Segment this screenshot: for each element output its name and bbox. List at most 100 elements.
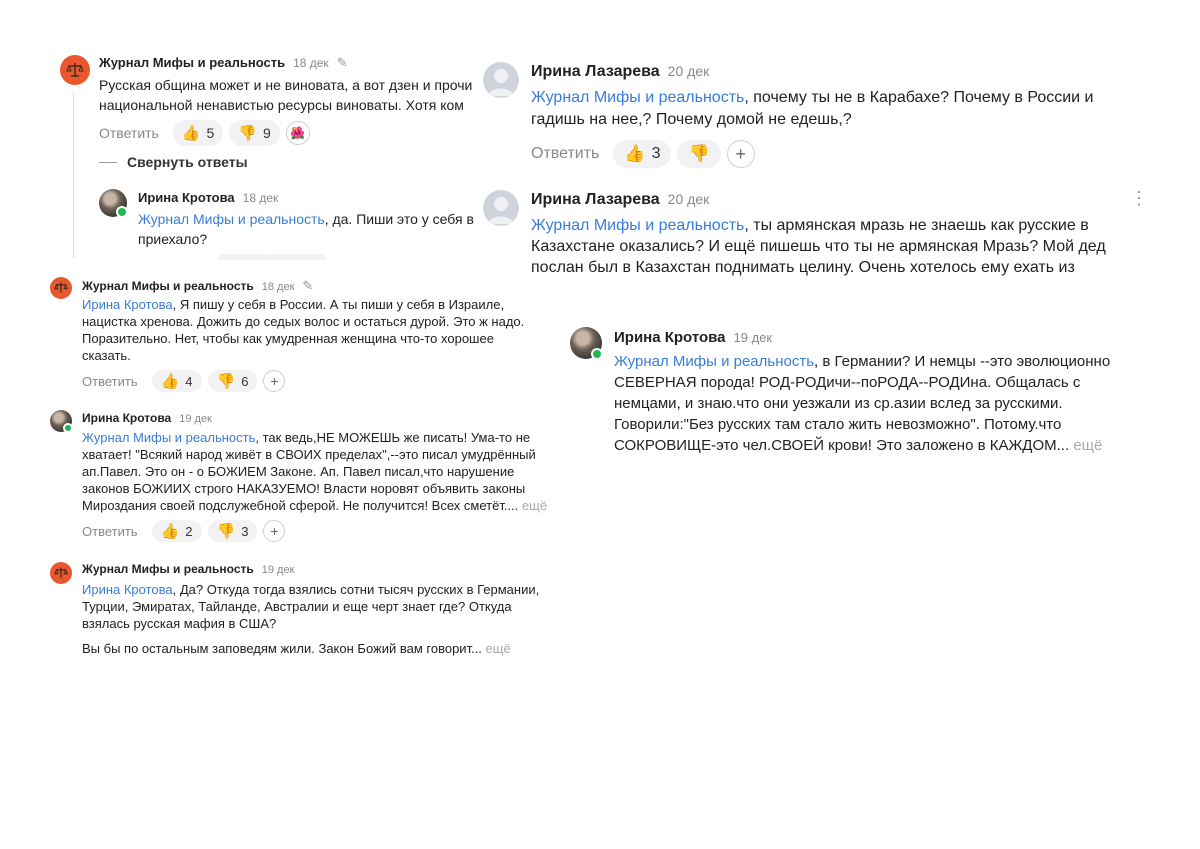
flower-reaction-icon: 🌺 [290,126,306,140]
more-link[interactable]: ещё [1073,437,1102,454]
reaction-button[interactable]: 🌺 [285,121,310,145]
dislike-button[interactable]: 👎 9 [229,120,280,146]
dislike-count: 9 [263,125,271,141]
comment-body: Журнал Мифы и реальность, так ведь,НЕ МО… [82,429,547,514]
comment-text: , Я пишу у себя в России. А ты пиши у се… [172,297,505,312]
reply-button[interactable]: Ответить [99,125,159,141]
comment-date: 20 дек [667,63,710,79]
more-link[interactable]: ещё [486,641,511,656]
comment-line: Мироздания своей подслужебной сферой. Не… [82,497,547,514]
comment-actions: Ответить 👍 5 👎 9 🌺 [99,120,310,146]
online-indicator [63,423,73,433]
mention-link[interactable]: Журнал Мифы и реальность [614,353,814,370]
more-options-icon[interactable]: ⋮ [1130,189,1148,207]
mention-link[interactable]: Журнал Мифы и реальность [82,430,255,445]
scales-icon [54,567,68,578]
collapse-dash [99,161,117,163]
author-name[interactable]: Ирина Лазарева [531,63,660,81]
comment-body: Ирина Кротова, Я пишу у себя в России. А… [82,296,524,364]
add-reaction-button[interactable]: + [263,520,286,542]
plus-icon: + [735,143,746,164]
author-name[interactable]: Ирина Кротова [82,411,171,425]
user-avatar[interactable] [50,410,73,433]
author-name[interactable]: Журнал Мифы и реальность [82,562,254,576]
author-name[interactable]: Ирина Кротова [614,329,726,346]
comment-text: , Да? Откуда тогда взялись сотни тысяч р… [172,582,540,597]
edit-icon[interactable]: ✎ [302,278,313,294]
comment-line: Журнал Мифы и реальность, почему ты не в… [531,87,1093,109]
comment-line: Журнал Мифы и реальность, да. Пиши это у… [138,210,474,230]
comment-line: Говорили:"Без русских там стало жить нев… [614,416,1062,433]
comment-line: гадишь на нее,? Почему домой не едешь,? [531,111,852,128]
thread-line [73,93,74,258]
mention-link[interactable]: Журнал Мифы и реальность [531,89,744,106]
mention-link[interactable]: Журнал Мифы и реальность [138,211,325,227]
mention-link[interactable]: Журнал Мифы и реальность [531,217,744,234]
comment-header: Журнал Мифы и реальность 18 дек ✎ [99,55,348,71]
cut-off-pill [261,254,329,260]
comment-text: , почему ты не в Карабахе? Почему в Росс… [744,89,1094,106]
author-name[interactable]: Журнал Мифы и реальность [82,279,254,293]
comment-line: взялась русская мафия в США? [82,616,277,631]
like-count: 2 [185,523,193,539]
comment-date: 19 дек [179,413,212,425]
comment-line: Казахстане оказались? И ещё пишешь что т… [531,238,1106,255]
add-reaction-button[interactable]: + [263,370,286,392]
mention-link[interactable]: Ирина Кротова [82,297,173,312]
comment-actions: Ответить 👍 3 👎 + [531,140,755,168]
user-avatar[interactable] [483,190,519,226]
comment-body: Журнал Мифы и реальность, да. Пиши это у… [138,210,474,250]
comment-line: законов БОЖИИХ строго НАКАЗУЕМО! Власти … [82,481,526,496]
dislike-button[interactable]: 👎 [677,140,721,168]
comment-date: 19 дек [733,330,773,345]
journal-avatar[interactable] [50,277,72,299]
comment-text: Мироздания своей подслужебной сферой. Не… [82,498,519,513]
comment-line: сказать. [82,348,131,363]
comment-line: Русская община может и не виновата, а во… [99,77,473,93]
comment-line: национальной ненавистью ресурсы виноваты… [99,96,464,113]
author-name[interactable]: Журнал Мифы и реальность [99,55,285,70]
collapse-replies-button[interactable]: Свернуть ответы [99,154,248,170]
add-reaction-button[interactable]: + [726,140,755,168]
author-name[interactable]: Ирина Лазарева [531,191,660,209]
plus-icon: + [270,373,279,389]
journal-avatar[interactable] [60,55,90,85]
reply-button[interactable]: Ответить [82,524,138,539]
reply-button[interactable]: Ответить [82,374,138,389]
comment-text: , да. Пиши это у себя в [324,211,474,227]
comment-actions: Ответить 👍 4 👎 6 + [82,370,286,392]
plus-icon: + [270,523,279,539]
like-button[interactable]: 👍 5 [172,120,224,146]
like-button[interactable]: 👍 2 [151,520,202,542]
scales-icon [66,63,84,77]
thumbs-down-icon: 👎 [238,125,258,142]
user-avatar[interactable] [483,62,519,98]
comment-body: Ирина Кротова, Да? Откуда тогда взялись … [82,581,539,657]
like-button[interactable]: 👍 4 [151,370,202,392]
author-name[interactable]: Ирина Кротова [138,190,235,205]
online-indicator [591,348,603,360]
comment-panel-e: Ирина Лазарева 20 дек Журнал Мифы и реал… [478,50,1168,280]
user-avatar[interactable] [570,327,603,360]
comment-line: Ирина Кротова, Я пишу у себя в России. А… [82,296,524,313]
comment-text: СОКРОВИЩЕ-это чел.СВОЕЙ крови! Это залож… [614,437,1070,454]
comment-panel-c: Ирина Кротова 19 дек Журнал Мифы и реаль… [40,404,565,549]
thumbs-up-icon: 👍 [160,373,180,390]
comment-text: , в Германии? И немцы --это эволюционно [814,353,1111,370]
reply-button[interactable]: Ответить [531,145,599,163]
comment-line: послан был в Казахстан поднимать целину.… [531,259,1075,276]
comment-body: Журнал Мифы и реальность, ты армянская м… [531,215,1106,278]
edit-icon[interactable]: ✎ [337,55,348,71]
like-button[interactable]: 👍 3 [613,140,672,168]
comment-line: нацистка хренова. Дожить до седых волос … [82,314,525,329]
more-link[interactable]: ещё [522,498,547,513]
comment-body: Журнал Мифы и реальность, в Германии? И … [614,351,1110,456]
dislike-button[interactable]: 👎 6 [207,370,258,392]
mention-link[interactable]: Ирина Кротова [82,582,173,597]
user-avatar[interactable] [99,189,128,218]
like-count: 3 [651,145,661,162]
comment-line: Журнал Мифы и реальность, так ведь,НЕ МО… [82,429,547,446]
thumbs-up-icon: 👍 [160,523,180,540]
dislike-button[interactable]: 👎 3 [207,520,258,542]
journal-avatar[interactable] [50,562,72,584]
